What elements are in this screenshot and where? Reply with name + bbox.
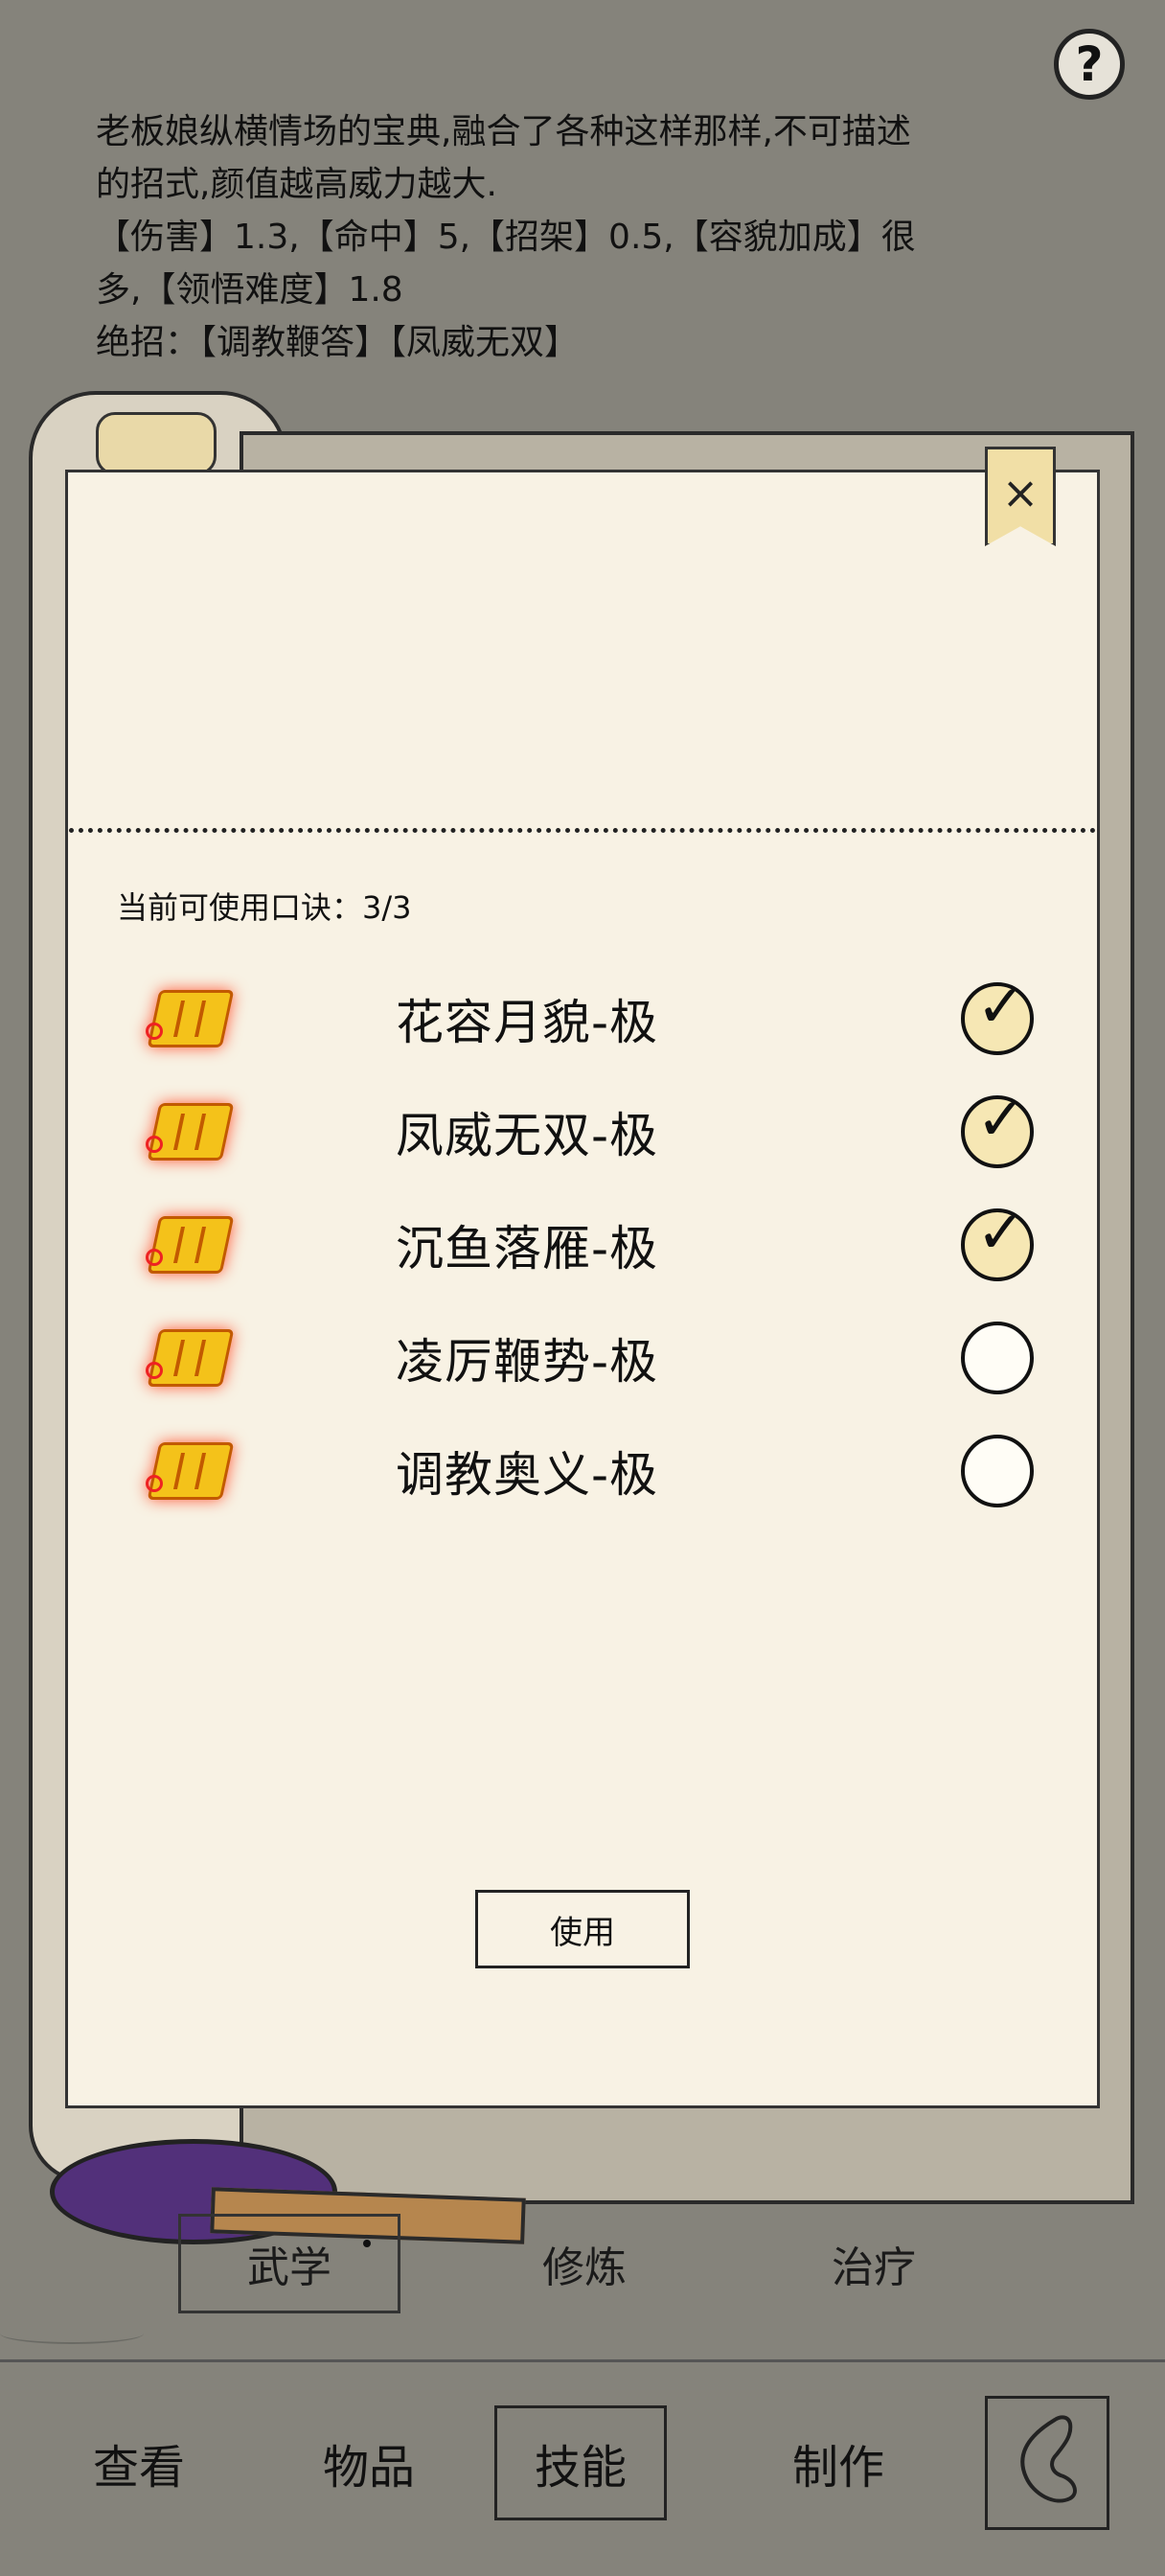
mantra-name: 调教奥义-极 [395,1447,659,1503]
mantra-count-label: 当前可使用口诀：3/3 [117,889,412,926]
nav-skills[interactable]: 技能 [494,2405,667,2520]
mantra-row[interactable]: 凌厉鞭势-极 [125,1312,1083,1408]
check-icon: ✓ [976,1197,1026,1267]
tab-label: 修炼 [542,2243,627,2292]
divider [0,2359,1165,2362]
help-button[interactable]: ? [1054,29,1125,100]
back-button[interactable] [985,2396,1109,2530]
check-icon: ✓ [976,1084,1026,1154]
mantra-checkbox[interactable]: ✓ [961,1203,1034,1281]
mantra-row[interactable]: 调教奥义-极 [125,1425,1083,1521]
tab-xiulian[interactable]: 修炼 [473,2214,696,2313]
mantra-scroll-icon [146,1097,235,1161]
back-icon [1020,2415,1077,2503]
mantra-name: 花容月貌-极 [395,995,659,1050]
tab-label: 治疗 [832,2243,916,2292]
tab-label: 武学 [247,2243,331,2292]
mantra-checkbox[interactable] [961,1435,1034,1507]
nav-view[interactable]: 查看 [57,2405,220,2520]
mantra-scroll-icon [146,984,235,1047]
nav-label: 技能 [534,2441,627,2495]
mantra-name: 沉鱼落雁-极 [395,1221,659,1276]
mantra-row[interactable]: 花容月貌-极 ✓ [125,973,1083,1069]
nav-label: 制作 [791,2441,884,2495]
skill-description: 老板娘纵横情场的宝典,融合了各种这样那样,不可描述 的招式,颜值越高威力越大. … [96,105,1054,369]
use-button[interactable]: 使用 [475,1890,690,1968]
mantra-name: 凤威无双-极 [395,1108,659,1163]
description-line: 绝招：【调教鞭答】【凤威无双】 [96,323,580,362]
notification-dot [363,2240,371,2247]
mantra-name: 凌厉鞭势-极 [395,1334,659,1390]
scroll-roll-end [96,412,217,475]
mantra-checkbox[interactable]: ✓ [961,977,1034,1055]
check-icon: ✓ [976,971,1026,1041]
mantra-checkbox[interactable]: ✓ [961,1090,1034,1168]
mantra-row[interactable]: 沉鱼落雁-极 ✓ [125,1199,1083,1295]
divider [69,828,1096,833]
ink-decoration [0,2323,144,2344]
tab-wuxue[interactable]: 武学 [178,2214,400,2313]
nav-craft[interactable]: 制作 [757,2405,920,2520]
nav-label: 查看 [92,2441,185,2495]
mantra-scroll-icon [146,1323,235,1387]
description-line: 多,【领悟难度】1.8 [96,270,403,310]
description-line: 【伤害】1.3,【命中】5,【招架】0.5,【容貌加成】很 [96,218,916,257]
question-icon: ? [1075,36,1104,92]
description-line: 的招式,颜值越高威力越大. [96,165,497,204]
mantra-row[interactable]: 凤威无双-极 ✓ [125,1086,1083,1182]
mantra-scroll-icon [146,1210,235,1274]
mantra-checkbox[interactable] [961,1322,1034,1394]
nav-label: 物品 [322,2441,415,2495]
description-line: 老板娘纵横情场的宝典,融合了各种这样那样,不可描述 [96,112,911,151]
tab-zhiliao[interactable]: 治疗 [763,2214,985,2313]
nav-items[interactable]: 物品 [287,2405,450,2520]
mantra-scroll-icon [146,1437,235,1500]
